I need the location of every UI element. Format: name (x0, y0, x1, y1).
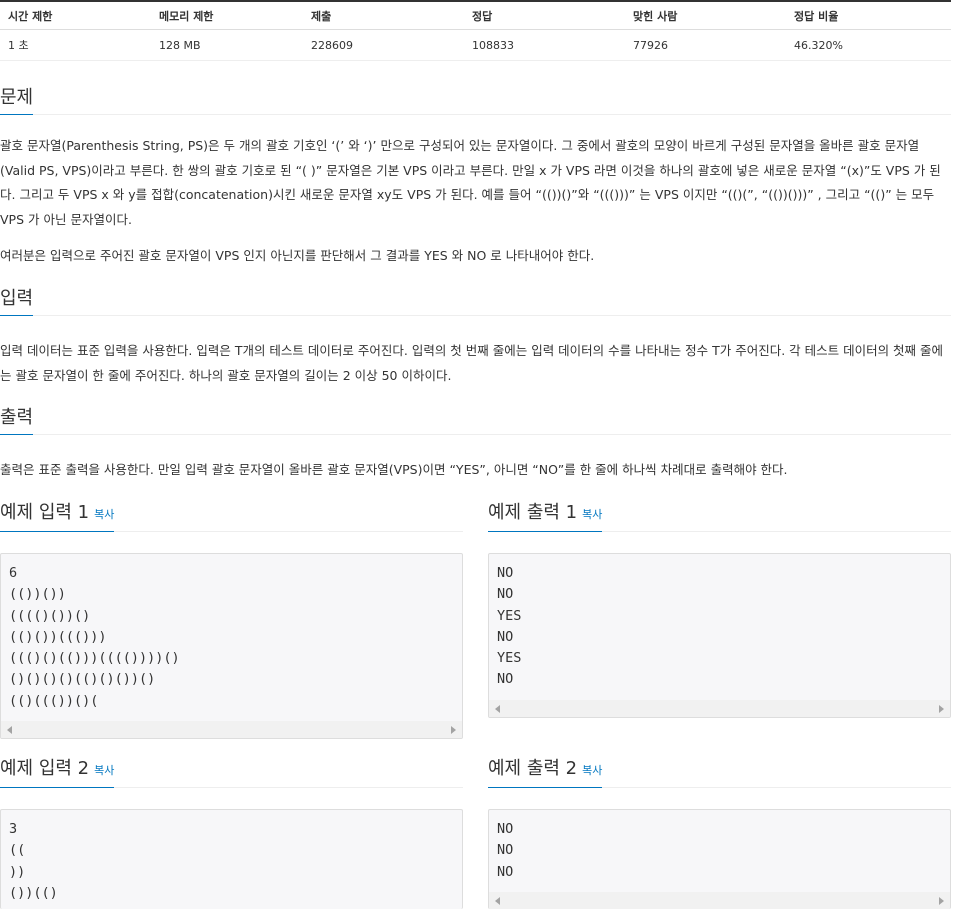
sample-input-1-heading: 예제 입력 1 복사 (0, 500, 115, 532)
sample-input-2-section: 예제 입력 2 복사 (0, 758, 463, 788)
problem-headline: 문제 (0, 85, 951, 115)
sample-output-1-box[interactable]: NO NO YES NO YES NO (488, 553, 951, 718)
value-accepted: 108833 (472, 38, 514, 52)
sample-output-1-text: NO NO YES NO YES NO (497, 565, 522, 688)
copy-button[interactable]: 복사 (94, 508, 114, 521)
sample-input-2-headline: 예제 입력 2 복사 (0, 758, 463, 788)
sample-input-1-title: 예제 입력 1 (0, 502, 90, 523)
problem-info-table: 시간 제한 메모리 제한 제출 정답 맞힌 사람 정답 비율 1 초 128 M… (0, 0, 951, 61)
input-title: 입력 (0, 286, 34, 316)
sample-output-2-title: 예제 출력 2 (488, 758, 578, 779)
sample-output-2-headline: 예제 출력 2 복사 (488, 758, 951, 788)
sample-output-1-headline: 예제 출력 1 복사 (488, 502, 951, 532)
sample-input-2-box[interactable]: 3 (( )) ())(() (0, 809, 463, 909)
value-time-limit: 1 초 (8, 39, 29, 52)
horizontal-scrollbar[interactable] (1, 721, 462, 738)
problem-section: 문제 (0, 85, 951, 115)
header-accept-ratio: 정답 비율 (794, 9, 839, 23)
copy-button[interactable]: 복사 (582, 508, 602, 521)
copy-button[interactable]: 복사 (94, 764, 114, 777)
value-submissions: 228609 (311, 38, 353, 52)
sample-output-1-title: 예제 출력 1 (488, 502, 578, 523)
scroll-left-icon[interactable] (495, 705, 500, 713)
scroll-right-icon[interactable] (451, 726, 456, 734)
problem-task: 여러분은 입력으로 주어진 괄호 문자열이 VPS 인지 아닌지를 판단해서 그… (0, 248, 595, 263)
value-accept-ratio: 46.320% (794, 38, 843, 52)
table-row: 1 초 128 MB 228609 108833 77926 46.320% (0, 30, 951, 61)
value-solvers: 77926 (633, 38, 668, 52)
header-submissions: 제출 (311, 9, 332, 23)
horizontal-scrollbar[interactable] (489, 700, 950, 717)
header-solvers: 맞힌 사람 (633, 9, 678, 23)
header-memory-limit: 메모리 제한 (159, 9, 214, 23)
sample-output-2-section: 예제 출력 2 복사 (488, 758, 951, 788)
scroll-left-icon[interactable] (7, 726, 12, 734)
header-time-limit: 시간 제한 (8, 9, 53, 23)
header-accepted: 정답 (472, 9, 493, 23)
sample-output-2-heading: 예제 출력 2 복사 (488, 756, 603, 788)
sample-output-2-text: NO NO NO (497, 821, 514, 880)
output-headline: 출력 (0, 405, 951, 435)
input-section: 입력 (0, 286, 951, 316)
scroll-right-icon[interactable] (939, 897, 944, 905)
sample-input-2-text: 3 (( )) ())(() (9, 821, 58, 901)
scroll-left-icon[interactable] (495, 897, 500, 905)
scroll-right-icon[interactable] (939, 705, 944, 713)
copy-button[interactable]: 복사 (582, 764, 602, 777)
sample-input-1-text: 6 (())()) (((()())() (()())((())) ((()()… (9, 565, 180, 709)
output-description: 출력은 표준 출력을 사용한다. 만일 입력 괄호 문자열이 올바른 괄호 문자… (0, 462, 788, 477)
input-description: 입력 데이터는 표준 입력을 사용한다. 입력은 T개의 테스트 데이터로 주어… (0, 343, 944, 383)
sample-input-1-box[interactable]: 6 (())()) (((()())() (()())((())) ((()()… (0, 553, 463, 739)
value-memory-limit: 128 MB (159, 38, 201, 52)
horizontal-scrollbar[interactable] (489, 892, 950, 909)
sample-input-1-headline: 예제 입력 1 복사 (0, 502, 463, 532)
output-title: 출력 (0, 405, 34, 435)
input-headline: 입력 (0, 286, 951, 316)
sample-input-1-section: 예제 입력 1 복사 (0, 502, 463, 532)
sample-output-2-box[interactable]: NO NO NO (488, 809, 951, 909)
sample-output-1-section: 예제 출력 1 복사 (488, 502, 951, 532)
table-header-row: 시간 제한 메모리 제한 제출 정답 맞힌 사람 정답 비율 (0, 2, 951, 30)
sample-input-2-heading: 예제 입력 2 복사 (0, 756, 115, 788)
sample-input-2-title: 예제 입력 2 (0, 758, 90, 779)
problem-description: 괄호 문자열(Parenthesis String, PS)은 두 개의 괄호 … (0, 138, 941, 227)
sample-output-1-heading: 예제 출력 1 복사 (488, 500, 603, 532)
problem-title: 문제 (0, 85, 34, 115)
output-section: 출력 (0, 405, 951, 435)
